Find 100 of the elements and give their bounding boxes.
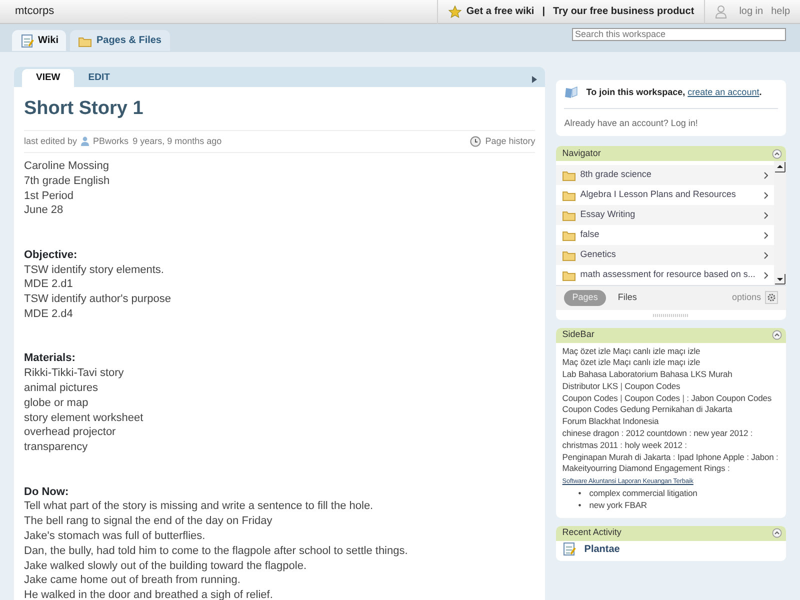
separator-text: : <box>727 463 730 474</box>
login-prompt: Already have an account? Log in! <box>564 116 699 130</box>
sidebar-link[interactable]: LKS Murah <box>690 369 732 380</box>
workspace-tab[interactable]: Wiki <box>12 30 66 51</box>
folder-icon <box>562 269 576 281</box>
sidebar-link[interactable]: Maçı canlı izle <box>612 357 666 368</box>
navigator-item[interactable]: false <box>556 225 774 245</box>
sidebar-link[interactable]: Coupon Codes <box>624 392 680 403</box>
workspace-tab[interactable]: Pages & Files <box>70 30 170 51</box>
sidebar-link[interactable]: 2012 countdown <box>626 428 687 438</box>
sidebar-link[interactable]: chinese dragon <box>562 428 620 438</box>
chevron-right-icon <box>764 212 768 218</box>
view-tab[interactable]: EDIT <box>74 68 124 87</box>
body-text-line: animal pictures <box>24 380 99 396</box>
sidebar-link[interactable]: new year 2012 <box>694 428 748 438</box>
body-text-line: overhead projector <box>24 425 117 440</box>
options-label: options <box>732 291 761 304</box>
body-text-line: story element worksheet <box>24 410 144 426</box>
sidebar-link[interactable]: Laboratorium Bahasa <box>608 369 688 380</box>
sidebar-link[interactable]: Distributor LKS <box>562 380 618 391</box>
folder-icon <box>562 249 576 261</box>
scroll-up-icon <box>774 161 786 173</box>
separator-text: : <box>746 452 749 462</box>
body-text-line: TSW identify author's purpose <box>24 292 172 307</box>
login-link[interactable]: log in <box>739 4 764 19</box>
sidebar-link[interactable]: Coupon Codes <box>624 380 680 391</box>
sidebar-link[interactable]: new york FBAR <box>589 500 647 512</box>
folder-icon <box>562 169 576 181</box>
body-text-line: 7th grade English <box>24 174 111 189</box>
settings-icon <box>767 293 776 302</box>
navigator-item[interactable]: 8th grade science <box>556 165 774 185</box>
separator-text: | <box>542 5 546 19</box>
page-history-link[interactable]: Page history <box>485 134 536 148</box>
section-heading: Objective: <box>24 248 78 263</box>
sidebar-link[interactable]: Jabon <box>691 392 714 403</box>
chevron-right-icon <box>764 172 768 178</box>
sidebar-link[interactable]: christmas 2011 <box>562 440 618 450</box>
body-text-line: Jake came home out of breath from running. <box>24 573 242 588</box>
section-heading: Do Now: <box>24 484 70 500</box>
separator-text: : <box>684 440 687 450</box>
sidebar-link[interactable]: Coupon Codes <box>562 404 618 414</box>
navigator-tab[interactable]: Files <box>610 290 645 306</box>
sidebar-link[interactable]: Maç özet izle <box>562 346 611 356</box>
help-link[interactable]: help <box>771 4 790 19</box>
body-text-line: Tell what part of the story is missing and write a sentence to fill the hole. <box>24 499 374 514</box>
create-account-link[interactable]: create an account <box>688 87 760 97</box>
sidebar-link[interactable]: Coupon Codes <box>716 392 772 403</box>
collapse-icon[interactable] <box>772 330 782 340</box>
sidebar-link[interactable]: Maç özet izle <box>562 357 611 368</box>
body-text-line: transparency <box>24 440 89 455</box>
sidebar-link[interactable]: Gedung Pernikahan di Jakarta <box>620 404 732 414</box>
panel-title: Recent Activity <box>562 526 622 540</box>
join-text: To join this workspace, create an account. <box>586 86 762 99</box>
sidebar-link[interactable]: Maçı canlı izle <box>612 346 666 356</box>
expand-arrow-icon <box>532 76 538 83</box>
body-text-line: He walked in the door and breathed a sigh of relief. <box>24 588 274 600</box>
view-tab[interactable]: VIEW <box>22 68 74 87</box>
settings-button[interactable] <box>765 291 778 304</box>
edited-by-text: last edited by <box>24 134 78 148</box>
separator-text: | : <box>682 392 689 403</box>
scrollbar[interactable] <box>774 161 786 285</box>
activity-title[interactable]: Plantae <box>584 542 620 557</box>
navigator-item[interactable]: Algebra I Lesson Plans and Resources <box>556 185 774 205</box>
sidebar-link[interactable]: Coupon Codes <box>562 392 618 403</box>
folder-icon <box>562 229 576 241</box>
sidebar-link[interactable]: Jabon <box>751 452 774 462</box>
page-title: Short Story 1 <box>24 97 144 121</box>
business-product-link[interactable]: Try our free business product <box>553 4 694 19</box>
sidebar-link[interactable]: Forum Blackhat Indonesia <box>562 416 659 426</box>
sidebar-link[interactable]: complex commercial litigation <box>589 488 698 500</box>
sidebar-link[interactable]: maçı izle <box>668 357 700 368</box>
folder-icon <box>78 34 92 46</box>
separator-text: | <box>620 380 622 391</box>
body-text-line: Caroline Mossing <box>24 159 110 174</box>
author-link[interactable]: PBworks <box>93 134 129 148</box>
sidebar-link[interactable]: holy week 2012 <box>624 440 682 450</box>
chevron-right-icon <box>764 232 768 238</box>
navigator-item[interactable]: Essay Writing <box>556 205 774 225</box>
sidebar-link[interactable]: Lab Bahasa <box>562 369 607 380</box>
login-link[interactable]: Log in <box>670 118 696 128</box>
page-icon <box>562 542 576 556</box>
navigator-item[interactable]: Genetics <box>556 245 774 265</box>
free-wiki-link[interactable]: Get a free wiki <box>466 4 534 19</box>
separator-text: : <box>689 428 692 438</box>
body-text-line: Rikki-Tikki-Tavi story <box>24 366 125 381</box>
bullet-marker: • <box>578 500 582 512</box>
body-text-line: globe or map <box>24 396 90 411</box>
sidebar-link[interactable]: Makeityourring Diamond Engagement Rings <box>562 463 726 474</box>
user-icon <box>715 4 728 18</box>
collapse-icon[interactable] <box>772 148 782 158</box>
sidebar-link[interactable]: Penginapan Murah di Jakarta <box>562 452 671 462</box>
sidebar-link[interactable]: Ipad Iphone Apple <box>677 452 744 462</box>
navigator-item[interactable]: math assessment for resource based on s... <box>556 265 774 285</box>
body-text-line: MDE 2.d1 <box>24 277 74 292</box>
sidebar-link[interactable]: maçı izle <box>668 346 700 356</box>
bullet-marker: • <box>578 488 582 500</box>
search-field[interactable]: Search this workspace <box>572 28 786 41</box>
body-text-line: TSW identify story elements. <box>24 262 165 278</box>
chevron-right-icon <box>764 272 768 278</box>
collapse-icon[interactable] <box>772 528 782 538</box>
